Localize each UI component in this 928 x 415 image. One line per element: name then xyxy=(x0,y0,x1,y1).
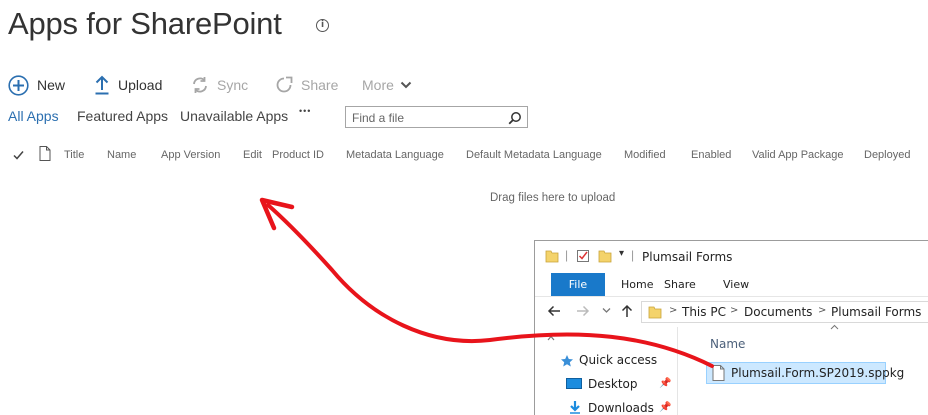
column-metadata-language[interactable]: Metadata Language xyxy=(346,149,444,161)
search-box[interactable]: Find a file xyxy=(345,106,528,128)
quick-access-toolbar-dropdown[interactable]: ▾ xyxy=(619,248,624,259)
column-name[interactable]: Name xyxy=(107,149,136,161)
nav-item-downloads[interactable]: Downloads xyxy=(588,401,654,415)
navigation-pane: Quick access Desktop 📌 Downloads 📌 xyxy=(535,327,678,415)
tab-featured-apps[interactable]: Featured Apps xyxy=(77,108,168,124)
tab-unavailable-apps[interactable]: Unavailable Apps xyxy=(180,108,288,124)
explorer-ribbon: File Home Share View xyxy=(535,273,928,297)
upload-button[interactable]: Upload xyxy=(94,74,162,96)
drop-hint: Drag files here to upload xyxy=(490,192,616,204)
arrow-head xyxy=(259,197,295,231)
search-placeholder: Find a file xyxy=(352,111,405,125)
new-label: New xyxy=(37,77,66,93)
column-title[interactable]: Title xyxy=(64,149,84,161)
column-product-id[interactable]: Product ID xyxy=(272,149,324,161)
chevron-down-icon xyxy=(400,81,412,89)
info-icon[interactable]: i xyxy=(316,19,329,32)
folder-icon xyxy=(545,250,559,263)
more-label: More xyxy=(362,77,394,93)
search-icon xyxy=(508,112,521,125)
ribbon-tab-view[interactable]: View xyxy=(723,278,749,291)
star-icon xyxy=(561,355,573,367)
properties-check-icon[interactable] xyxy=(576,249,590,263)
file-explorer-window: | ▾ | Plumsail Forms File Home Share Vie… xyxy=(534,240,928,415)
more-button[interactable]: More xyxy=(362,74,412,96)
file-list: Name Plumsail.Form.SP2019.sppkg xyxy=(685,324,928,415)
download-icon xyxy=(570,401,580,414)
sync-label: Sync xyxy=(217,77,249,93)
ribbon-tab-share[interactable]: Share xyxy=(664,278,696,291)
breadcrumb-this-pc[interactable]: This PC xyxy=(682,305,726,319)
column-app-version[interactable]: App Version xyxy=(161,149,220,161)
explorer-address-row: > This PC > Documents > Plumsail Forms xyxy=(535,297,928,327)
pin-icon: 📌 xyxy=(659,378,672,389)
share-label: Share xyxy=(301,77,339,93)
explorer-title-bar: | ▾ | Plumsail Forms xyxy=(535,241,928,273)
forward-arrow-icon[interactable] xyxy=(576,305,590,317)
scroll-up-icon[interactable] xyxy=(547,335,555,341)
nav-item-quick-access[interactable]: Quick access xyxy=(579,353,657,367)
desktop-icon xyxy=(566,378,582,389)
column-enabled[interactable]: Enabled xyxy=(691,149,731,161)
up-arrow-icon[interactable] xyxy=(621,304,633,318)
column-default-metadata-language[interactable]: Default Metadata Language xyxy=(466,149,602,161)
share-button[interactable]: Share xyxy=(275,74,338,96)
file-name: Plumsail.Form.SP2019.sppkg xyxy=(731,366,905,380)
new-folder-icon[interactable] xyxy=(598,249,612,263)
sync-button[interactable]: Sync xyxy=(191,74,248,96)
ribbon-tab-home[interactable]: Home xyxy=(621,278,653,291)
breadcrumb-plumsail-forms[interactable]: Plumsail Forms xyxy=(831,305,921,319)
breadcrumb-documents[interactable]: Documents xyxy=(744,305,812,319)
new-button[interactable]: New xyxy=(8,74,65,96)
column-header-name[interactable]: Name xyxy=(710,337,745,351)
navigation-scrollbar[interactable] xyxy=(677,327,685,415)
share-icon xyxy=(276,76,293,93)
column-deployed[interactable]: Deployed xyxy=(864,149,910,161)
address-folder-icon xyxy=(648,306,662,319)
column-edit[interactable]: Edit xyxy=(243,149,262,161)
nav-item-desktop[interactable]: Desktop xyxy=(588,377,638,391)
recent-locations-chevron-icon[interactable] xyxy=(602,307,611,314)
document-icon xyxy=(712,365,725,381)
upload-label: Upload xyxy=(118,77,163,93)
select-all-check-icon[interactable] xyxy=(13,150,24,160)
ribbon-tab-file[interactable]: File xyxy=(551,273,605,296)
page-title: Apps for SharePoint xyxy=(8,6,282,41)
sync-icon xyxy=(193,77,207,93)
upload-arrow-icon xyxy=(95,75,109,95)
file-type-icon xyxy=(39,146,51,161)
column-modified[interactable]: Modified xyxy=(624,149,666,161)
column-valid-app-package[interactable]: Valid App Package xyxy=(752,149,844,161)
pin-icon: 📌 xyxy=(659,402,672,413)
address-bar[interactable]: > This PC > Documents > Plumsail Forms xyxy=(641,301,928,323)
tabs-more-ellipsis[interactable]: ••• xyxy=(299,106,311,116)
explorer-window-title: Plumsail Forms xyxy=(642,250,733,264)
tab-all-apps[interactable]: All Apps xyxy=(8,108,59,124)
file-item[interactable]: Plumsail.Form.SP2019.sppkg xyxy=(706,362,904,384)
plus-circle-icon xyxy=(8,74,29,96)
sort-ascending-icon xyxy=(830,324,839,330)
back-arrow-icon[interactable] xyxy=(547,305,561,317)
